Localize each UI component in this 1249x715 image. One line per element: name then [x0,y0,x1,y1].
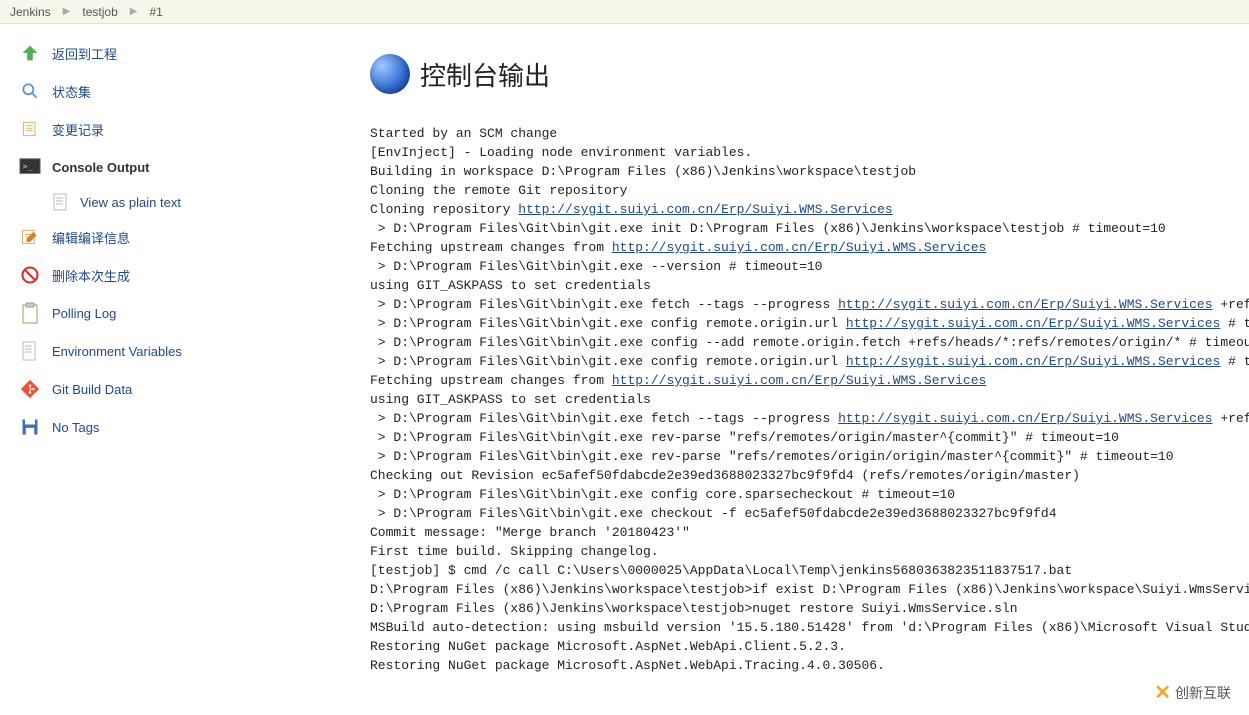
breadcrumb: Jenkins ▶ testjob ▶ #1 [0,0,1249,24]
sidebar-item-label: View as plain text [80,195,181,210]
no-entry-icon [18,263,42,287]
document-icon [52,193,70,211]
breadcrumb-jenkins[interactable]: Jenkins [10,5,51,19]
sidebar-item-label: No Tags [52,420,99,435]
git-icon [18,377,42,401]
breadcrumb-job[interactable]: testjob [82,5,117,19]
sidebar-item-label: Environment Variables [52,344,182,359]
sidebar-item-status[interactable]: 状态集 [0,72,360,110]
sidebar-item-label: 返回到工程 [52,44,117,63]
repo-link[interactable]: http://sygit.suiyi.com.cn/Erp/Suiyi.WMS.… [612,373,986,388]
sidebar-item-label: 变更记录 [52,120,104,139]
svg-text:>_: >_ [23,161,33,171]
document-icon [18,339,42,363]
sidebar-item-polling[interactable]: Polling Log [0,294,360,332]
build-status-ball-icon [370,54,410,94]
sidebar-item-delete[interactable]: 删除本次生成 [0,256,360,294]
chevron-right-icon: ▶ [130,6,138,17]
repo-link[interactable]: http://sygit.suiyi.com.cn/Erp/Suiyi.WMS.… [838,297,1212,312]
sidebar-item-plain[interactable]: View as plain text [0,186,360,218]
sidebar-item-label: 编辑编译信息 [52,228,130,247]
footer-logo-text: 创新互联 [1175,683,1231,703]
sidebar-item-back[interactable]: 返回到工程 [0,34,360,72]
notepad-icon [18,117,42,141]
sidebar: 返回到工程 状态集 变更记录 >_ Console Output View as… [0,24,360,675]
notepad-pencil-icon [18,225,42,249]
sidebar-item-label: Git Build Data [52,382,132,397]
sidebar-item-label: 状态集 [52,82,91,101]
footer-logo: ✕ 创新互联 [1154,680,1231,705]
clipboard-icon [18,301,42,325]
sidebar-item-changes[interactable]: 变更记录 [0,110,360,148]
terminal-icon: >_ [18,155,42,179]
chevron-right-icon: ▶ [63,6,71,17]
console-output: Started by an SCM change[EnvInject] - Lo… [370,124,1249,675]
main-content: 控制台输出 Started by an SCM change[EnvInject… [360,24,1249,675]
repo-link[interactable]: http://sygit.suiyi.com.cn/Erp/Suiyi.WMS.… [846,316,1220,331]
sidebar-item-edit[interactable]: 编辑编译信息 [0,218,360,256]
repo-link[interactable]: http://sygit.suiyi.com.cn/Erp/Suiyi.WMS.… [612,240,986,255]
sidebar-item-notags[interactable]: No Tags [0,408,360,446]
sidebar-item-env[interactable]: Environment Variables [0,332,360,370]
page-title: 控制台输出 [420,56,550,93]
sidebar-item-label: Console Output [52,160,150,175]
sidebar-item-git[interactable]: Git Build Data [0,370,360,408]
sidebar-item-label: Polling Log [52,306,116,321]
sidebar-item-label: 删除本次生成 [52,266,130,285]
repo-link[interactable]: http://sygit.suiyi.com.cn/Erp/Suiyi.WMS.… [846,354,1220,369]
sidebar-item-console[interactable]: >_ Console Output [0,148,360,186]
repo-link[interactable]: http://sygit.suiyi.com.cn/Erp/Suiyi.WMS.… [838,411,1212,426]
up-arrow-icon [18,41,42,65]
search-icon [18,79,42,103]
logo-icon: ✕ [1154,680,1171,705]
save-icon [18,415,42,439]
breadcrumb-build[interactable]: #1 [149,5,162,19]
repo-link[interactable]: http://sygit.suiyi.com.cn/Erp/Suiyi.WMS.… [518,202,892,217]
